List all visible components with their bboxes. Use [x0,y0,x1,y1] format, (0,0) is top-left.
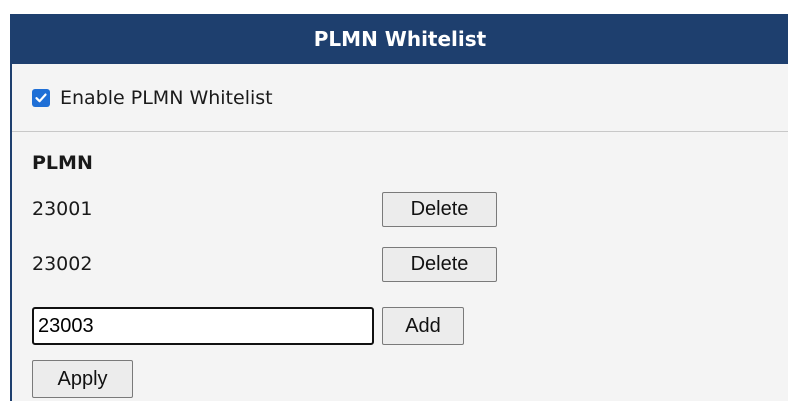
delete-button[interactable]: Delete [382,192,497,227]
plmn-list-section: PLMN 23001 Delete 23002 Delete Add Apply [12,132,788,401]
panel-title: PLMN Whitelist [313,27,487,51]
panel-header: PLMN Whitelist [12,14,788,64]
new-plmn-input[interactable] [32,307,374,345]
enable-plmn-whitelist-checkbox[interactable] [32,88,50,107]
checkmark-icon [35,93,47,102]
add-button[interactable]: Add [382,307,464,345]
enable-plmn-whitelist-label[interactable]: Enable PLMN Whitelist [60,87,273,109]
plmn-entry-value: 23001 [32,198,93,220]
plmn-entry-value: 23002 [32,253,93,275]
plmn-whitelist-panel: PLMN Whitelist Enable PLMN Whitelist PLM… [10,14,788,401]
apply-button[interactable]: Apply [32,360,133,398]
enable-row: Enable PLMN Whitelist [12,64,788,132]
delete-button[interactable]: Delete [382,247,497,282]
plmn-column-header: PLMN [32,152,93,174]
